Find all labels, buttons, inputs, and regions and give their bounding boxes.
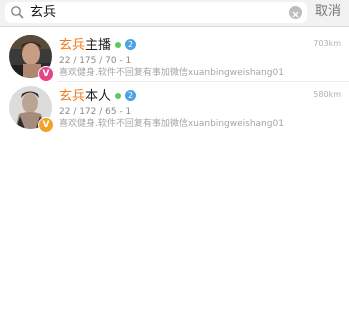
search-icon <box>11 6 24 19</box>
online-dot-icon <box>115 92 122 99</box>
user-stats: 22 / 172 / 65 - 1 <box>59 107 132 117</box>
name-rest: 主播 <box>85 38 112 53</box>
user-bio: 喜欢健身.软件不回复有事加微信xuanbingweishang01 <box>59 119 284 129</box>
distance: 580km <box>313 90 341 99</box>
online-dot-icon <box>115 41 122 48</box>
search-input[interactable]: 玄兵 <box>30 4 56 21</box>
level-badge: 2 <box>125 39 137 50</box>
verified-badge-icon: V <box>38 117 54 133</box>
user-bio: 喜欢健身.软件不回复有事加微信xuanbingweishang01 <box>59 68 284 78</box>
verified-badge-icon: V <box>38 66 54 82</box>
result-name: 玄兵本人 2 <box>59 88 137 105</box>
clear-icon[interactable] <box>289 6 302 19</box>
name-highlight: 玄兵 <box>59 89 86 104</box>
result-row[interactable]: V 玄兵本人 2 580km 22 / 172 / 65 - 1 喜欢健身.软件不… <box>0 82 349 133</box>
result-row[interactable]: V 玄兵主播 2 703km 22 / 175 / 70 - 1 喜欢健身.软件不… <box>0 31 349 82</box>
name-rest: 本人 <box>85 89 112 104</box>
result-name: 玄兵主播 2 <box>59 37 137 54</box>
user-stats: 22 / 175 / 70 - 1 <box>59 56 132 66</box>
distance: 703km <box>313 39 341 48</box>
search-field[interactable]: 玄兵 <box>5 2 307 23</box>
level-badge: 2 <box>125 90 137 101</box>
name-highlight: 玄兵 <box>59 38 86 53</box>
search-bar: 玄兵 取消 <box>0 0 349 27</box>
cancel-button[interactable]: 取消 <box>315 3 341 21</box>
